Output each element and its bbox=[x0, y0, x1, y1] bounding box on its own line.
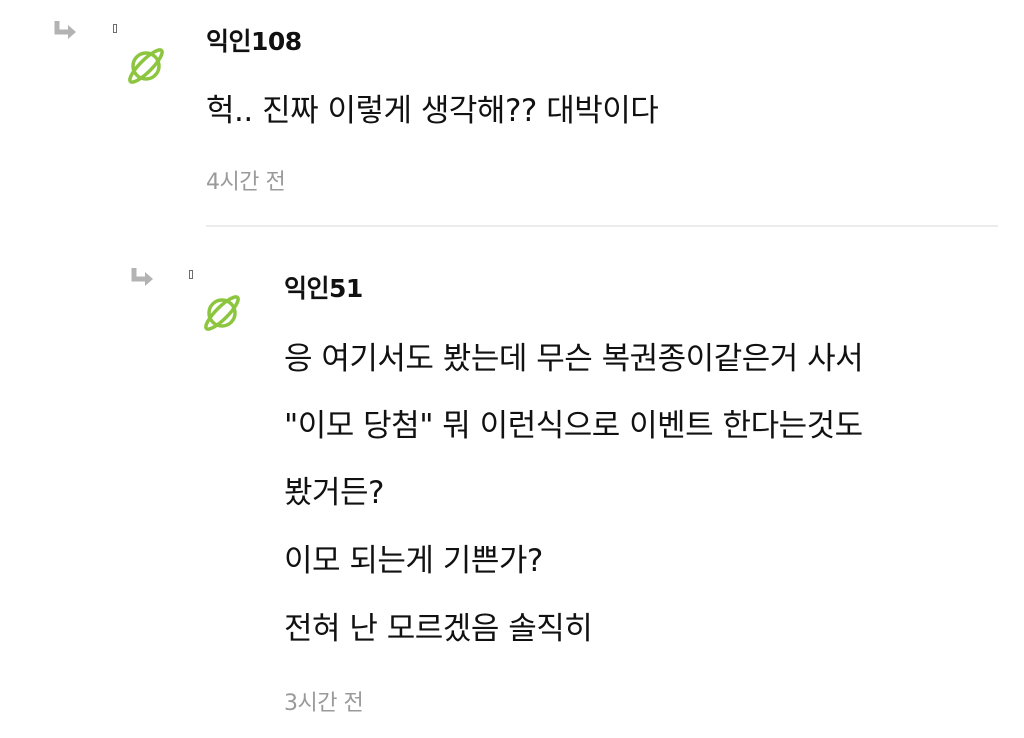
comment-text-line: 헉.. 진짜 이렇게 생각해?? 대박이다 bbox=[206, 93, 659, 129]
comment-text-line: 봤거든? bbox=[284, 475, 385, 511]
planet-icon[interactable] bbox=[198, 289, 246, 337]
comment-author[interactable]: 익인108 bbox=[206, 22, 302, 58]
comment-text-line: "이모 당첨" 뭐 이런식으로 이벤트 한다는것도 bbox=[284, 408, 863, 444]
comment-divider bbox=[206, 225, 998, 227]
comment-timestamp: 4시간 전 bbox=[206, 170, 286, 195]
comment-text-line: 응 여기서도 봤는데 무슨 복권종이같은거 사서 bbox=[284, 341, 864, 377]
menu-marker-icon[interactable] bbox=[189, 270, 193, 279]
menu-marker-icon[interactable] bbox=[113, 24, 117, 33]
comment-text-line: 이모 되는게 기쁜가? bbox=[284, 543, 543, 579]
comment-author[interactable]: 익인51 bbox=[284, 269, 363, 305]
comment-text-line: 전혀 난 모르겠음 솔직히 bbox=[284, 611, 593, 647]
reply-arrow-icon bbox=[131, 268, 153, 286]
reply-arrow-icon bbox=[54, 21, 76, 39]
planet-icon[interactable] bbox=[122, 42, 170, 90]
comment-timestamp: 3시간 전 bbox=[284, 691, 364, 716]
